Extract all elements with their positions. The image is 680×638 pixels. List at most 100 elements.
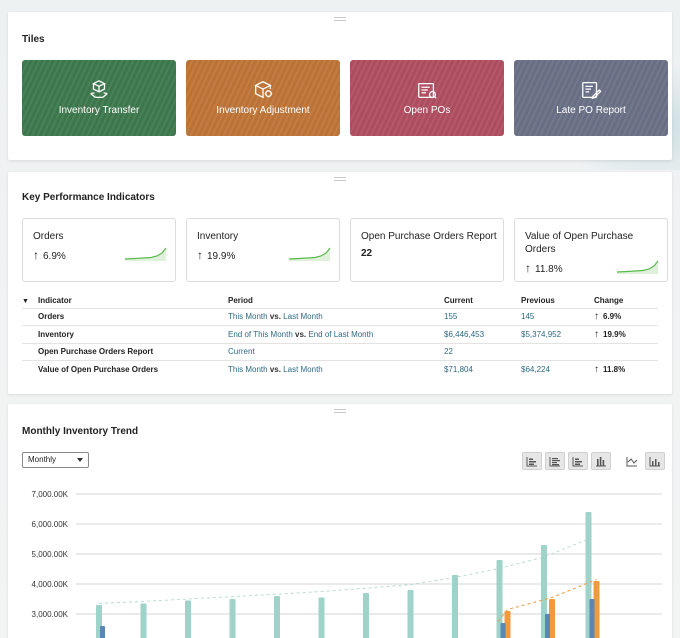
trend-title: Monthly Inventory Trend xyxy=(22,426,139,437)
teal-bar xyxy=(452,575,458,638)
panel-drag-handle[interactable] xyxy=(334,409,346,413)
kpi-name: Value of Open Purchase Orders xyxy=(525,231,634,255)
previous-cell: $5,374,952 xyxy=(521,325,594,343)
table-row[interactable]: Orders This Month vs. Last Month 155 145… xyxy=(22,307,658,326)
kpi-card-inventory[interactable]: Inventory ↑ 19.9% xyxy=(186,218,340,282)
kpi-name: Orders xyxy=(33,231,64,242)
kpi-card-orders[interactable]: Orders ↑ 6.9% xyxy=(22,218,176,282)
bar-icon xyxy=(572,456,583,466)
period-cell: Current xyxy=(228,342,444,361)
caret-down-icon: ▼ xyxy=(22,298,29,306)
blue-bar xyxy=(100,626,105,638)
period-select[interactable]: Monthly xyxy=(22,452,89,468)
blue-bar xyxy=(545,614,550,638)
change-cell xyxy=(594,342,658,361)
tile-inventory-adjustment[interactable]: Inventory Adjustment xyxy=(186,60,340,136)
arrow-up-icon: ↑ xyxy=(525,261,531,275)
kpi-panel: Key Performance Indicators Orders ↑ 6.9% … xyxy=(8,172,672,394)
box-adjust-icon xyxy=(252,79,274,105)
y-tick-label: 7,000.00K xyxy=(32,490,69,499)
indicator-cell: Inventory xyxy=(38,325,228,343)
arrow-up-icon: ↑ xyxy=(594,328,599,340)
trend-line xyxy=(98,538,589,604)
document-edit-icon xyxy=(580,79,602,105)
kpi-title: Key Performance Indicators xyxy=(22,192,155,203)
teal-bar xyxy=(185,600,191,638)
period-cell: End of This Month vs. End of Last Month xyxy=(228,325,444,343)
period-cell: This Month vs. Last Month xyxy=(228,360,444,378)
tiles-title: Tiles xyxy=(22,34,45,45)
y-tick-label: 3,000.00K xyxy=(32,610,69,619)
arrow-up-icon: ↑ xyxy=(594,311,599,323)
teal-bar xyxy=(229,599,236,638)
column-header: Current xyxy=(444,296,473,306)
arrow-up-icon: ↑ xyxy=(33,248,39,262)
boxes-transfer-icon xyxy=(88,79,110,105)
chevron-down-icon xyxy=(77,458,83,462)
kpi-name: Open Purchase Orders Report xyxy=(361,231,497,242)
kpi-card-value-open-purchase-orders[interactable]: Value of Open Purchase Orders ↑ 11.8% xyxy=(514,218,668,282)
stacked-bar-button[interactable] xyxy=(522,452,542,470)
teal-bar xyxy=(274,596,280,638)
sparkline xyxy=(125,247,167,261)
grouped-bar-icon xyxy=(549,456,560,466)
indicator-cell: Orders xyxy=(38,307,228,326)
tile-inventory-transfer[interactable]: Inventory Transfer xyxy=(22,60,176,136)
change-cell: ↑ 6.9% xyxy=(594,307,658,326)
period-cell: This Month vs. Last Month xyxy=(228,307,444,326)
previous-cell xyxy=(521,342,594,361)
kpi-value: 22 xyxy=(361,248,373,259)
current-cell: 22 xyxy=(444,342,521,361)
change-cell: ↑ 19.9% xyxy=(594,325,658,343)
column-header: Indicator xyxy=(38,296,72,306)
current-cell: $71,804 xyxy=(444,360,521,378)
panel-drag-handle[interactable] xyxy=(334,177,346,181)
combo-chart-icon xyxy=(649,456,660,466)
sparkline xyxy=(617,260,659,274)
tile-label: Open POs xyxy=(403,105,451,116)
column-button[interactable] xyxy=(591,452,611,470)
bar-button[interactable] xyxy=(568,452,588,470)
line-button[interactable] xyxy=(622,452,642,470)
kpi-value: ↑ 19.9% xyxy=(197,248,236,262)
current-cell: $6,446,453 xyxy=(444,325,521,343)
previous-cell: $64,224 xyxy=(521,360,594,378)
stacked-bar-icon xyxy=(526,456,537,466)
y-tick-label: 5,000.00K xyxy=(32,550,69,559)
y-tick-label: 4,000.00K xyxy=(32,580,69,589)
line-icon xyxy=(626,456,638,466)
kpi-name: Inventory xyxy=(197,231,239,242)
tile-label: Inventory Transfer xyxy=(58,105,140,116)
column-icon xyxy=(596,456,606,466)
teal-bar xyxy=(140,603,147,638)
teal-bar xyxy=(363,593,369,638)
current-cell: 155 xyxy=(444,307,521,326)
panel-drag-handle[interactable] xyxy=(334,17,346,21)
tile-label: Late PO Report xyxy=(556,105,626,116)
tile-open-pos[interactable]: Open POs xyxy=(350,60,504,136)
table-row[interactable]: Open Purchase Orders Report Current 22 xyxy=(22,342,658,361)
arrow-up-icon: ↑ xyxy=(197,248,203,262)
grouped-bar-button[interactable] xyxy=(545,452,565,470)
kpi-value: ↑ 11.8% xyxy=(525,261,563,275)
indicator-cell: Value of Open Purchase Orders xyxy=(38,360,228,378)
y-tick-label: 6,000.00K xyxy=(32,520,69,529)
table-row[interactable]: Value of Open Purchase Orders This Month… xyxy=(22,360,658,378)
kpi-value: ↑ 6.9% xyxy=(33,248,66,262)
trend-panel: Monthly Inventory Trend Monthly 7,000.00… xyxy=(8,404,672,638)
tile-label: Inventory Adjustment xyxy=(216,105,310,116)
kpi-table: ▼ Indicator Period Current Previous Chan… xyxy=(22,294,658,378)
combo-chart-button[interactable] xyxy=(645,452,665,470)
teal-bar xyxy=(318,597,325,638)
arrow-up-icon: ↑ xyxy=(594,364,599,375)
collapse-toggle[interactable]: ▼ xyxy=(22,294,38,308)
blue-bar xyxy=(589,599,595,638)
column-header: Period xyxy=(228,296,253,306)
tile-late-po-report[interactable]: Late PO Report xyxy=(514,60,668,136)
change-cell: ↑ 11.8% xyxy=(594,360,658,378)
inventory-trend-chart: 7,000.00K 6,000.00K 5,000.00K 4,000.00K 3,00… xyxy=(32,490,662,638)
kpi-card-open-purchase-orders[interactable]: Open Purchase Orders Report 22 xyxy=(350,218,504,282)
table-row[interactable]: Inventory End of This Month vs. End of L… xyxy=(22,325,658,343)
tiles-panel: Tiles Inventory Transfer Inventory Adjus… xyxy=(8,12,672,160)
column-header: Previous xyxy=(521,296,555,306)
